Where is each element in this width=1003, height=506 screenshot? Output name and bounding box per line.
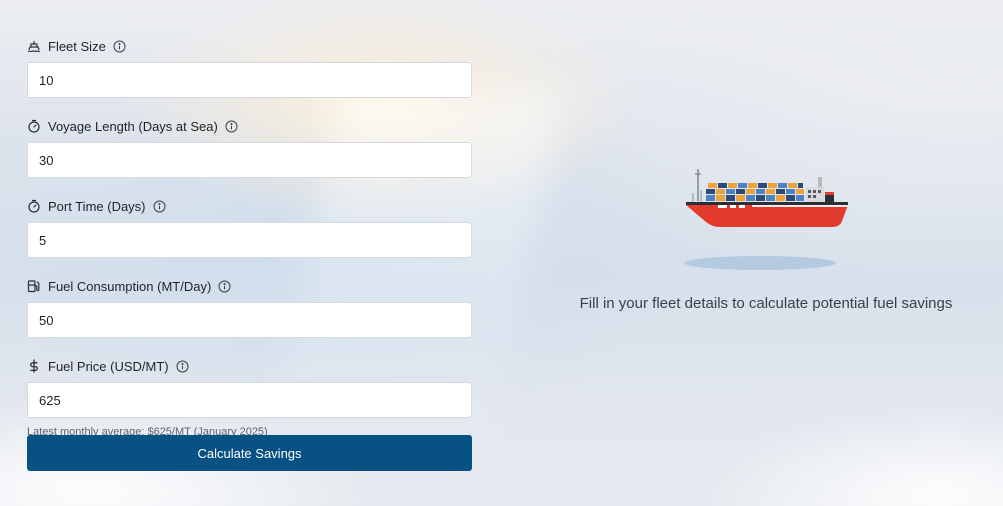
voyage-length-label: Voyage Length (Days at Sea) (27, 118, 472, 134)
fuel-pump-icon (27, 279, 41, 293)
fleet-size-label-text: Fleet Size (48, 38, 106, 54)
fuel-consumption-input[interactable] (27, 302, 472, 338)
info-icon[interactable] (225, 120, 238, 133)
fuel-price-input[interactable] (27, 382, 472, 418)
timer-icon (27, 199, 41, 213)
container-ship-illustration (682, 165, 852, 275)
fuel-price-label: Fuel Price (USD/MT) (27, 358, 472, 374)
dollar-icon (27, 359, 41, 373)
calculate-savings-button[interactable]: Calculate Savings (27, 435, 472, 471)
fuel-price-label-text: Fuel Price (USD/MT) (48, 358, 169, 374)
timer-icon (27, 119, 41, 133)
info-icon[interactable] (176, 360, 189, 373)
ship-icon (27, 39, 41, 53)
info-icon[interactable] (153, 200, 166, 213)
fleet-size-label: Fleet Size (27, 38, 472, 54)
fuel-consumption-label-text: Fuel Consumption (MT/Day) (48, 278, 212, 294)
port-time-label-text: Port Time (Days) (48, 198, 146, 214)
port-time-label: Port Time (Days) (27, 198, 472, 214)
voyage-length-input[interactable] (27, 142, 472, 178)
fuel-consumption-label: Fuel Consumption (MT/Day) (27, 278, 472, 294)
info-icon[interactable] (113, 40, 126, 53)
fleet-details-form: Fleet Size Voyage Length (Days at Sea) (27, 38, 472, 438)
fleet-size-input[interactable] (27, 62, 472, 98)
port-time-input[interactable] (27, 222, 472, 258)
info-icon[interactable] (218, 280, 231, 293)
voyage-length-label-text: Voyage Length (Days at Sea) (48, 118, 218, 134)
empty-results-message: Fill in your fleet details to calculate … (579, 295, 953, 312)
